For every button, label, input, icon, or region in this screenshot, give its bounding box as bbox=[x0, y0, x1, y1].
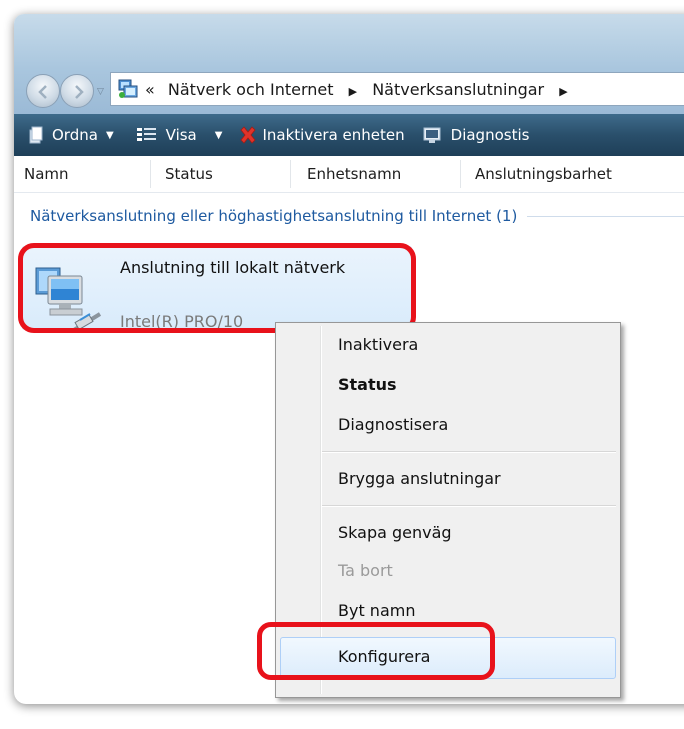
column-divider[interactable] bbox=[290, 160, 291, 188]
chevron-down-icon: ▼ bbox=[105, 129, 114, 141]
menu-item-diagnose[interactable]: Diagnostisera bbox=[338, 415, 448, 434]
group-header[interactable]: Nätverksanslutning eller höghastighetsan… bbox=[30, 204, 684, 228]
menu-item-rename[interactable]: Byt namn bbox=[338, 601, 415, 620]
column-divider[interactable] bbox=[150, 160, 151, 188]
menu-item-status[interactable]: Status bbox=[338, 375, 397, 394]
organize-label: Ordna bbox=[52, 126, 98, 144]
group-header-divider bbox=[527, 215, 684, 217]
view-icon bbox=[136, 128, 156, 141]
view-label: Visa bbox=[165, 126, 197, 144]
menu-item-create-shortcut[interactable]: Skapa genväg bbox=[338, 523, 452, 542]
organize-icon bbox=[29, 126, 43, 144]
diagnose-label: Diagnostis bbox=[450, 126, 530, 144]
column-header-status[interactable]: Status bbox=[165, 165, 213, 183]
breadcrumb-item-network-internet[interactable]: Nätverk och Internet bbox=[168, 80, 334, 99]
menu-item-delete[interactable]: Ta bort bbox=[338, 561, 393, 580]
disable-device-label: Inaktivera enheten bbox=[262, 126, 405, 144]
network-connections-icon bbox=[117, 78, 139, 100]
highlight-box-configure bbox=[257, 622, 495, 680]
forward-arrow-icon bbox=[75, 85, 84, 99]
address-field[interactable]: « Nätverk och Internet ▶ Nätverksanslutn… bbox=[110, 72, 684, 106]
address-bar-area: ▽ « Nätverk och Internet ▶ Nätverksanslu… bbox=[14, 14, 684, 114]
menu-separator bbox=[322, 505, 616, 507]
view-button[interactable]: Visa ▼ bbox=[136, 126, 223, 144]
red-x-icon bbox=[240, 126, 256, 144]
menu-separator bbox=[322, 451, 616, 453]
breadcrumb: « Nätverk och Internet ▶ Nätverksanslutn… bbox=[145, 80, 578, 99]
breadcrumb-separator[interactable]: ▶ bbox=[349, 85, 357, 98]
highlight-box-connection bbox=[18, 243, 416, 333]
diagnose-button[interactable]: Diagnostis bbox=[423, 126, 530, 144]
diagnose-icon bbox=[423, 127, 441, 143]
breadcrumb-overflow[interactable]: « bbox=[145, 80, 155, 99]
column-headers: Namn Status Enhetsnamn Anslutningsbarhet bbox=[14, 156, 684, 193]
breadcrumb-separator[interactable]: ▶ bbox=[559, 85, 567, 98]
back-arrow-icon bbox=[38, 85, 47, 99]
breadcrumb-item-network-connections[interactable]: Nätverksanslutningar bbox=[372, 80, 544, 99]
command-toolbar: Ordna ▼ Visa ▼ Inaktivera enheten Diagno… bbox=[14, 114, 684, 156]
back-button[interactable] bbox=[26, 74, 60, 108]
column-header-name[interactable]: Namn bbox=[24, 165, 69, 183]
menu-item-disable[interactable]: Inaktivera bbox=[338, 335, 418, 354]
organize-button[interactable]: Ordna ▼ bbox=[28, 126, 114, 144]
column-header-device[interactable]: Enhetsnamn bbox=[307, 165, 401, 183]
menu-item-bridge-connections[interactable]: Brygga anslutningar bbox=[338, 469, 501, 488]
chevron-down-icon: ▼ bbox=[214, 129, 223, 141]
column-header-connectivity[interactable]: Anslutningsbarhet bbox=[475, 165, 612, 183]
disable-device-button[interactable]: Inaktivera enheten bbox=[238, 125, 405, 145]
forward-button[interactable] bbox=[60, 74, 94, 108]
group-header-title: Nätverksanslutning eller höghastighetsan… bbox=[30, 207, 518, 225]
recent-pages-dropdown[interactable]: ▽ bbox=[97, 87, 104, 97]
column-divider[interactable] bbox=[460, 160, 461, 188]
explorer-window: ▽ « Nätverk och Internet ▶ Nätverksanslu… bbox=[14, 14, 684, 704]
